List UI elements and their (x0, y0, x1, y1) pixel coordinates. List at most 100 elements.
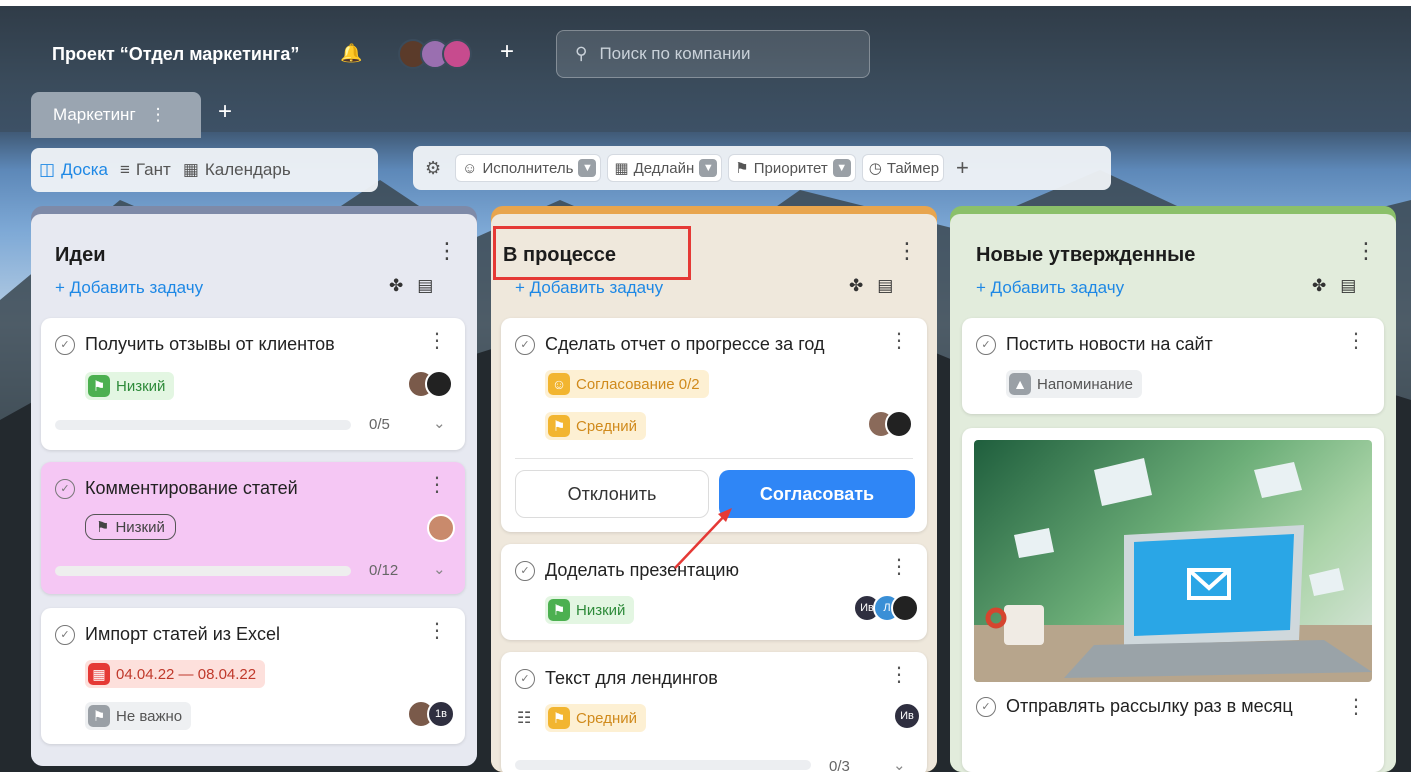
priority-tag[interactable]: ⚑ Низкий (85, 372, 175, 400)
avatar-initials: Ив (860, 602, 874, 614)
column-title: Новые утвержденные (976, 244, 1196, 266)
bell-icon[interactable]: 🔔 (340, 43, 362, 64)
puzzle-icon[interactable]: ✤ (1312, 276, 1326, 296)
check-icon[interactable]: ✓ (55, 478, 75, 499)
card-menu-icon[interactable]: ⋮ (1346, 328, 1366, 353)
puzzle-icon[interactable]: ✤ (389, 276, 403, 296)
reminder-label: Напоминание (1037, 375, 1133, 393)
check-icon[interactable]: ✓ (55, 624, 75, 645)
avatar[interactable] (442, 39, 472, 69)
deadline-label: 04.04.22 — 08.04.22 (116, 665, 257, 683)
reminder-tag[interactable]: ▲ Напоминание (1006, 370, 1142, 398)
priority-tag[interactable]: ⚑ Не важно (85, 702, 192, 730)
filter-assignee[interactable]: ☺ Исполнитель ▼ (455, 154, 602, 182)
priority-label: Низкий (576, 601, 626, 619)
task-card[interactable]: ✓ Импорт статей из Excel ⋮ ▦ 04.04.22 — 08… (41, 608, 465, 744)
approve-button[interactable]: Согласовать (719, 470, 915, 518)
task-card[interactable]: ✓ Комментирование статей ⋮ ⚑ Низкий 0/12 ⌄ (41, 462, 465, 594)
priority-tag[interactable]: ⚑ Средний (545, 704, 646, 732)
task-title: Текст для лендингов (545, 668, 718, 688)
card-menu-icon[interactable]: ⋮ (889, 328, 909, 353)
check-icon[interactable]: ✓ (976, 334, 996, 355)
check-icon[interactable]: ✓ (515, 334, 535, 355)
add-tab-button[interactable]: + (218, 98, 232, 126)
task-card[interactable]: ✓ Постить новости на сайт ⋮ ▲ Напоминание (962, 318, 1384, 414)
add-task-button[interactable]: + Добавить задачу (55, 278, 203, 298)
search-input[interactable]: ⚲ Поиск по компании (556, 30, 870, 78)
progress-bar (55, 566, 351, 576)
chevron-down-icon[interactable]: ⌄ (433, 414, 446, 432)
column-menu-icon[interactable]: ⋮ (436, 238, 458, 264)
priority-tag[interactable]: ⚑ Низкий (85, 514, 176, 540)
avatar[interactable] (427, 514, 455, 542)
flag-icon: ⚑ (88, 705, 110, 727)
layout-icon[interactable]: ▤ (1340, 276, 1356, 296)
priority-label: Низкий (115, 518, 165, 536)
filter-priority[interactable]: ⚑ Приоритет ▼ (728, 154, 856, 182)
layout-icon[interactable]: ▤ (877, 276, 893, 296)
check-icon[interactable]: ✓ (55, 334, 75, 355)
chevron-down-icon[interactable]: ⌄ (433, 560, 446, 578)
priority-label: Средний (576, 417, 637, 435)
add-member-button[interactable]: + (500, 38, 514, 66)
check-icon[interactable]: ✓ (515, 668, 535, 689)
add-task-button[interactable]: + Добавить задачу (976, 278, 1124, 298)
view-board[interactable]: ◫ Доска (39, 160, 108, 180)
avatar[interactable]: 1в (427, 700, 455, 728)
deadline-tag[interactable]: ▦ 04.04.22 — 08.04.22 (85, 660, 266, 688)
column-approved: Новые утвержденные ⋮ + Добавить задачу ✤… (950, 206, 1396, 772)
filter-label: Исполнитель (482, 159, 574, 177)
email-laptop-illustration (974, 458, 1372, 682)
filter-deadline[interactable]: ▦ Дедлайн ▼ (607, 154, 723, 182)
task-title: Постить новости на сайт (1006, 334, 1213, 354)
puzzle-icon[interactable]: ✤ (849, 276, 863, 296)
task-card[interactable]: ✓ Получить отзывы от клиентов ⋮ ⚑ Низкий 0… (41, 318, 465, 450)
add-filter-button[interactable]: + (956, 155, 969, 181)
tab-menu-icon[interactable]: ⋮ (150, 105, 167, 125)
card-menu-icon[interactable]: ⋮ (889, 554, 909, 579)
funnel-icon[interactable]: ▼ (832, 159, 851, 177)
avatar[interactable]: Ив (893, 702, 921, 730)
check-icon[interactable]: ✓ (515, 560, 535, 581)
column-ideas: Идеи ⋮ + Добавить задачу ✤ ▤ ✓ Получить от… (31, 206, 477, 766)
card-menu-icon[interactable]: ⋮ (427, 472, 447, 497)
top-bar: Проект “Отдел маркетинга” 🔔 + ⚲ Поиск по… (0, 0, 1411, 138)
gantt-icon: ≡ (120, 160, 130, 179)
task-title: Импорт статей из Excel (85, 624, 281, 644)
funnel-icon[interactable]: ▼ (578, 159, 597, 177)
add-task-button[interactable]: + Добавить задачу (515, 278, 663, 298)
check-icon[interactable]: ✓ (976, 696, 996, 717)
filter-bar: ⚙ ☺ Исполнитель ▼ ▦ Дедлайн ▼ ⚑ Приоритет ▼ ◷ Т… (413, 146, 1111, 190)
avatar-initials: Л (883, 602, 891, 614)
subtask-count: 0/3 (829, 758, 850, 772)
avatar[interactable] (425, 370, 453, 398)
settings-icon[interactable]: ⚙ (425, 158, 441, 179)
column-menu-icon[interactable]: ⋮ (1355, 238, 1377, 264)
task-card[interactable]: ✓ Отправлять рассылку раз в месяц ⋮ (962, 428, 1384, 772)
project-title: Проект “Отдел маркетинга” (52, 44, 300, 64)
card-menu-icon[interactable]: ⋮ (889, 662, 909, 687)
tab-marketing[interactable]: Маркетинг ⋮ (31, 92, 201, 138)
funnel-icon[interactable]: ▼ (699, 159, 718, 177)
task-title: Получить отзывы от клиентов (85, 334, 335, 354)
project-members[interactable] (398, 39, 472, 69)
card-menu-icon[interactable]: ⋮ (1346, 694, 1366, 719)
layout-icon[interactable]: ▤ (417, 276, 433, 296)
chevron-down-icon[interactable]: ⌄ (893, 756, 906, 772)
avatar[interactable] (885, 410, 913, 438)
flag-icon: ⚑ (548, 599, 570, 621)
view-calendar[interactable]: ▦ Календарь (183, 160, 291, 180)
approval-tag[interactable]: ☺ Согласование 0/2 (545, 370, 709, 398)
priority-tag[interactable]: ⚑ Средний (545, 412, 646, 440)
view-gantt[interactable]: ≡ Гант (120, 160, 171, 180)
view-calendar-label: Календарь (204, 160, 291, 179)
column-menu-icon[interactable]: ⋮ (896, 238, 918, 264)
card-menu-icon[interactable]: ⋮ (427, 328, 447, 353)
card-menu-icon[interactable]: ⋮ (427, 618, 447, 643)
filter-timer[interactable]: ◷ Таймер (861, 154, 945, 182)
priority-tag[interactable]: ⚑ Низкий (545, 596, 635, 624)
avatar[interactable] (891, 594, 919, 622)
priority-label: Не важно (116, 707, 183, 725)
task-card[interactable]: ✓ Текст для лендингов ⋮ ☷ ⚑ Средний Ив 0/3… (501, 652, 927, 772)
avatar-initials: Ив (900, 710, 914, 722)
